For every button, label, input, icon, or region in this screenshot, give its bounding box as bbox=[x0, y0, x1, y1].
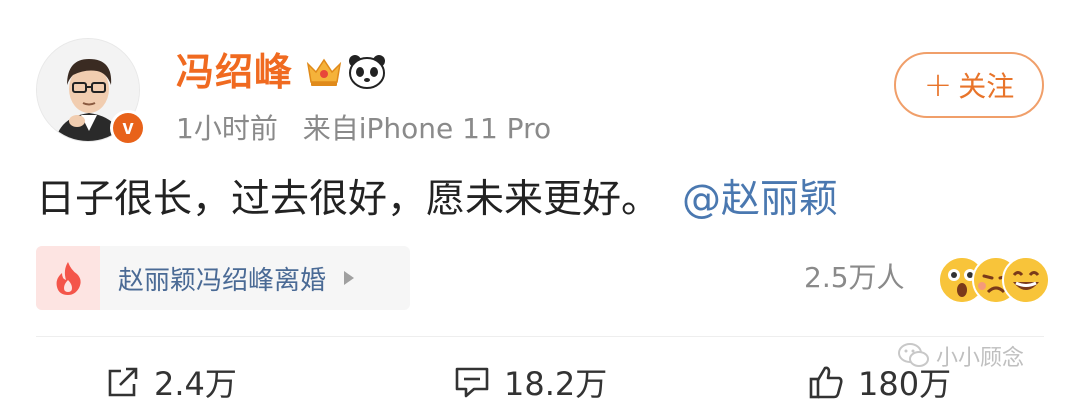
repost-button[interactable]: 2.4万 bbox=[106, 360, 237, 404]
panda-badge-icon[interactable] bbox=[346, 52, 388, 90]
chevron-right-icon bbox=[344, 271, 355, 285]
divider bbox=[36, 336, 1044, 337]
comment-icon bbox=[455, 367, 489, 398]
mention-link[interactable]: @赵丽颖 bbox=[682, 177, 838, 222]
laughing-emoji-icon bbox=[1002, 256, 1050, 304]
repost-icon bbox=[108, 367, 138, 397]
post-meta: 1小时前 来自iPhone 11 Pro bbox=[176, 110, 551, 148]
plus-icon: + bbox=[923, 65, 953, 105]
topic-title: 赵丽颖冯绍峰离婚 bbox=[118, 265, 327, 296]
verified-badge-icon: v bbox=[110, 110, 146, 146]
wechat-icon bbox=[898, 343, 929, 367]
post-text: 日子很长，过去很好，愿未来更好。 bbox=[36, 177, 661, 222]
follow-label: 关注 bbox=[958, 70, 1015, 103]
comment-button[interactable]: 18.2万 bbox=[454, 360, 607, 404]
repost-count: 2.4万 bbox=[154, 365, 237, 403]
watermark: 小小顾念 bbox=[898, 340, 1024, 372]
crown-badge-icon[interactable] bbox=[304, 54, 344, 90]
fire-icon bbox=[36, 246, 100, 310]
post-time: 1小时前 bbox=[176, 112, 278, 145]
post-content: 日子很长，过去很好，愿未来更好。 @赵丽颖 bbox=[36, 172, 838, 228]
topic-card[interactable]: 赵丽颖冯绍峰离婚 bbox=[36, 246, 410, 310]
comment-count: 18.2万 bbox=[504, 365, 608, 403]
avatar[interactable]: v bbox=[36, 38, 146, 146]
follow-button[interactable]: + 关注 bbox=[894, 52, 1044, 118]
watermark-text: 小小顾念 bbox=[936, 346, 1025, 371]
post-source: 来自iPhone 11 Pro bbox=[302, 112, 552, 145]
weibo-post: v 冯绍峰 1小时前 来自iPhone 11 Pro + 关注 日子很长，过去很… bbox=[0, 0, 1080, 404]
thumbs-up-icon bbox=[809, 366, 843, 399]
participants-count: 2.5万人 bbox=[804, 261, 905, 294]
user-name[interactable]: 冯绍峰 bbox=[176, 48, 293, 96]
reaction-emojis bbox=[938, 256, 1050, 304]
